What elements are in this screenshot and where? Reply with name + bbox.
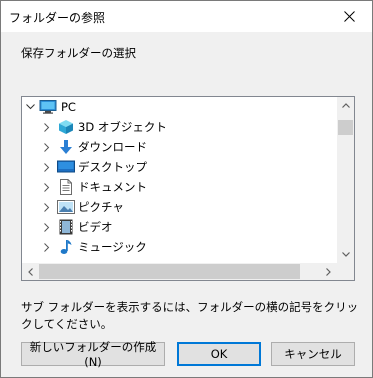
scrollbar-corner xyxy=(337,263,354,280)
tree-item-label: ビデオ xyxy=(78,220,113,234)
3d-objects-icon xyxy=(57,119,75,135)
tree-item-videos[interactable]: ビデオ xyxy=(22,217,337,237)
chevron-right-icon[interactable] xyxy=(42,182,52,192)
scroll-right-button[interactable] xyxy=(320,263,337,280)
chevron-down-icon xyxy=(341,252,350,257)
tree-item-label: 3D オブジェクト xyxy=(78,120,167,134)
chevron-right-icon[interactable] xyxy=(42,242,52,252)
tree-item-pictures[interactable]: ピクチャ xyxy=(22,197,337,217)
pictures-icon xyxy=(57,199,75,215)
documents-icon xyxy=(57,179,75,195)
instruction-text: 保存フォルダーの選択 xyxy=(21,46,136,60)
ok-button[interactable]: OK xyxy=(177,342,261,366)
scroll-up-button[interactable] xyxy=(337,97,354,114)
help-text: サブ フォルダーを表示するには、フォルダーの横の記号をクリックしてください。 xyxy=(21,300,359,331)
chevron-right-icon[interactable] xyxy=(42,222,52,232)
tree-item-label: ダウンロード xyxy=(78,140,147,154)
scroll-down-button[interactable] xyxy=(337,246,354,263)
chevron-left-icon xyxy=(28,267,33,276)
tree-item-label: ミュージック xyxy=(78,240,147,254)
chevron-right-icon[interactable] xyxy=(42,202,52,212)
chevron-right-icon[interactable] xyxy=(42,162,52,172)
chevron-down-icon[interactable] xyxy=(25,102,35,112)
tree-list: PC 3D オブジェクト ダウンロード デスクトップ ドキュメント ピクチャ ビ… xyxy=(22,97,337,257)
vertical-scrollbar[interactable] xyxy=(337,97,354,263)
folder-browse-dialog: フォルダーの参照 保存フォルダーの選択 PC 3D オブジェクト ダウンロード … xyxy=(0,0,373,378)
tree-item-desktop[interactable]: デスクトップ xyxy=(22,157,337,177)
cancel-button[interactable]: キャンセル xyxy=(271,342,355,366)
new-folder-button[interactable]: 新しいフォルダーの作成(N) xyxy=(21,340,165,369)
chevron-right-icon[interactable] xyxy=(42,122,52,132)
desktop-icon xyxy=(57,159,75,175)
tree-item-label: PC xyxy=(61,100,76,114)
tree-item-downloads[interactable]: ダウンロード xyxy=(22,137,337,157)
pc-icon xyxy=(39,99,57,115)
window-title: フォルダーの参照 xyxy=(9,11,106,25)
tree-item-label: ドキュメント xyxy=(78,180,147,194)
tree-item-music[interactable]: ミュージック xyxy=(22,237,337,257)
downloads-icon xyxy=(57,139,75,155)
horizontal-scrollbar[interactable] xyxy=(22,263,337,280)
tree-item-label: デスクトップ xyxy=(78,160,147,174)
tree-item-3d-objects[interactable]: 3D オブジェクト xyxy=(22,117,337,137)
horizontal-scroll-thumb[interactable] xyxy=(39,264,300,279)
folder-tree[interactable]: PC 3D オブジェクト ダウンロード デスクトップ ドキュメント ピクチャ ビ… xyxy=(21,96,355,281)
close-button[interactable] xyxy=(326,1,372,32)
chevron-right-icon xyxy=(326,267,331,276)
tree-item-label: ピクチャ xyxy=(78,200,124,214)
chevron-up-icon xyxy=(341,103,350,108)
title-bar: フォルダーの参照 xyxy=(1,1,372,32)
tree-item-documents[interactable]: ドキュメント xyxy=(22,177,337,197)
vertical-scroll-thumb[interactable] xyxy=(338,120,353,135)
close-icon xyxy=(343,11,355,22)
tree-item-pc[interactable]: PC xyxy=(22,97,337,117)
chevron-right-icon[interactable] xyxy=(42,142,52,152)
music-icon xyxy=(57,239,75,255)
scroll-left-button[interactable] xyxy=(22,263,39,280)
videos-icon xyxy=(57,219,75,235)
